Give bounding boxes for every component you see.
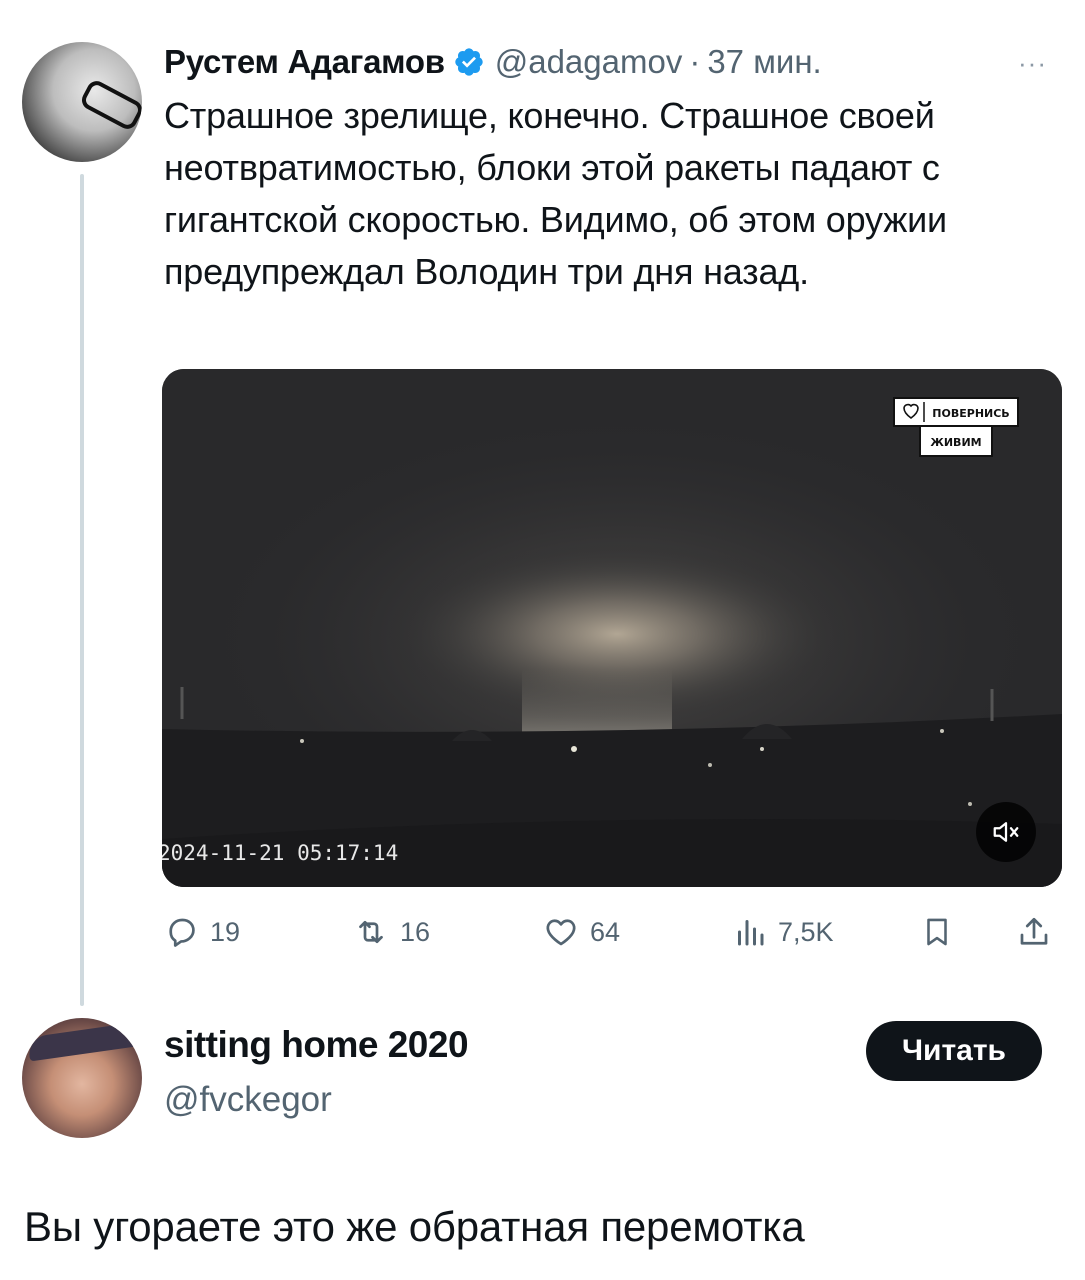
caption-text: Вы угораете это же обратная перемотка xyxy=(24,1203,805,1250)
bookmark-button[interactable] xyxy=(920,906,964,958)
heart-icon xyxy=(546,919,576,946)
tweet-video[interactable]: ПОВЕРНИСЬ ЖИВИМ 2024-11-21 05:17:14 xyxy=(162,369,1062,887)
watermark-line1: ПОВЕРНИСЬ xyxy=(932,407,1009,420)
tweet-actions: 19 16 64 7,5K xyxy=(164,906,1064,958)
author-name[interactable]: Рустем Адагамов xyxy=(164,43,445,81)
share-icon xyxy=(1020,917,1048,945)
separator-dot: · xyxy=(689,43,701,80)
reply-count: 19 xyxy=(210,916,241,947)
like-count: 64 xyxy=(590,916,621,947)
retweet-button[interactable]: 16 xyxy=(352,906,430,958)
retweet-icon xyxy=(359,920,383,944)
watermark-line2: ЖИВИМ xyxy=(930,436,981,449)
suggested-user-handle[interactable]: @fvckegor xyxy=(164,1080,332,1120)
avatar-glasses xyxy=(78,77,142,133)
speaker-muted-icon xyxy=(993,822,1019,842)
views-chart-icon xyxy=(738,920,764,946)
author-handle[interactable]: @adagamov xyxy=(495,43,683,81)
mute-button[interactable] xyxy=(976,802,1036,862)
like-button[interactable]: 64 xyxy=(542,906,620,958)
watermark-logo: ПОВЕРНИСЬ ЖИВИМ xyxy=(892,396,1020,460)
author-avatar[interactable] xyxy=(22,42,142,162)
thread-line xyxy=(80,174,84,1006)
views-button[interactable]: 7,5K xyxy=(732,906,834,958)
avatar-bandana xyxy=(26,1022,138,1062)
suggested-user-name[interactable]: sitting home 2020 xyxy=(164,1024,469,1066)
more-options-icon[interactable]: ··· xyxy=(1018,48,1047,79)
tweet-text: Страшное зрелище, конечно. Страшное свое… xyxy=(164,95,947,292)
views-count: 7,5K xyxy=(778,916,834,947)
reply-button[interactable]: 19 xyxy=(164,906,240,958)
share-button[interactable] xyxy=(1016,906,1062,958)
video-timestamp: 2024-11-21 05:17:14 xyxy=(162,841,399,865)
retweet-count: 16 xyxy=(400,916,431,947)
bookmark-icon xyxy=(927,918,947,946)
follow-button[interactable]: Читать xyxy=(866,1021,1042,1081)
tweet-time[interactable]: 37 мин. xyxy=(707,43,821,81)
tweet-header: Рустем Адагамов @adagamov · 37 мин. xyxy=(164,38,822,86)
suggested-user-avatar[interactable] xyxy=(22,1018,142,1138)
reply-icon xyxy=(169,918,195,947)
verified-badge-icon xyxy=(455,48,483,76)
